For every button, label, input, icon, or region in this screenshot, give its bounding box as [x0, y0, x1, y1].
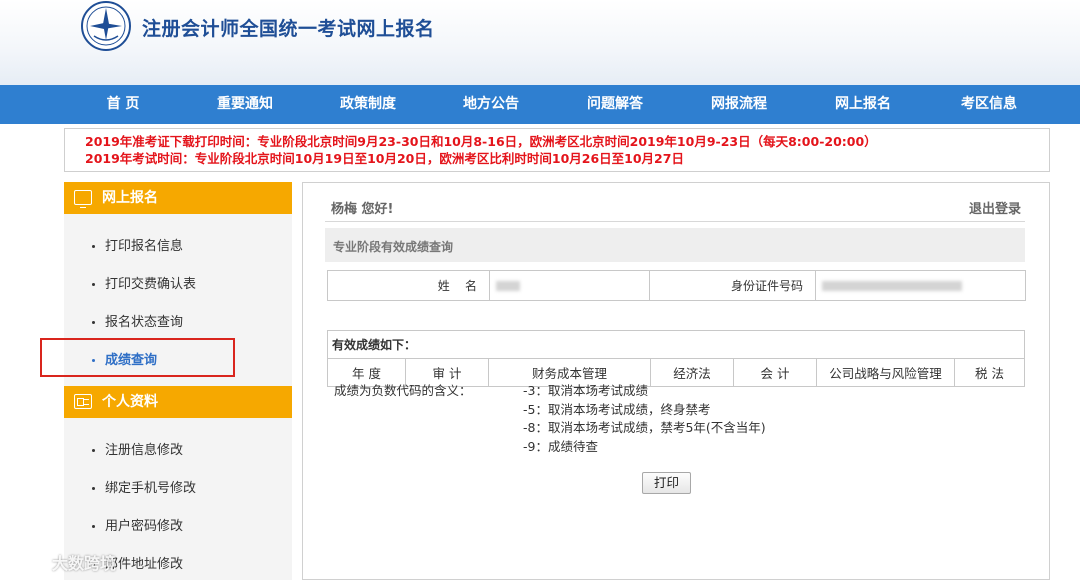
logout-link[interactable]: 退出登录 — [969, 198, 1021, 217]
monitor-icon — [74, 190, 92, 208]
sidebar-item-edit-registration[interactable]: 注册信息修改 — [92, 439, 183, 458]
legend-item: -3：取消本场考试成绩 — [523, 383, 648, 398]
section-header: 专业阶段有效成绩查询 — [325, 228, 1025, 262]
print-button[interactable]: 打印 — [642, 472, 691, 494]
sidebar-item-label: 邮件地址修改 — [105, 557, 184, 572]
notice-exam-time: 2019年考试时间：专业阶段北京时间10月19日至10月20日，欧洲考区比利时时… — [85, 151, 684, 166]
bullet-icon — [92, 283, 95, 286]
divider — [325, 221, 1025, 222]
candidate-info-table: 姓 名 身份证件号码 — [327, 270, 1026, 301]
legend-item: -5：取消本场考试成绩，终身禁考 — [523, 402, 711, 417]
header-tax-law: 税 法 — [954, 358, 1025, 387]
main-nav: 首 页 重要通知 政策制度 地方公告 问题解答 网报流程 网上报名 考区信息 — [0, 85, 1080, 124]
sidebar-item-print-registration[interactable]: 打印报名信息 — [92, 235, 183, 254]
user-greeting: 杨梅 您好! — [331, 202, 394, 217]
scores-table: 有效成绩如下： 年 度 审 计 财务成本管理 经济法 会 计 公司战略与风险管理… — [327, 330, 1025, 387]
bullet-icon — [92, 321, 95, 324]
sidebar-item-label: 打印报名信息 — [105, 239, 184, 254]
section-title: 专业阶段有效成绩查询 — [333, 240, 454, 254]
site-title: 注册会计师全国统一考试网上报名 — [142, 18, 435, 40]
scores-caption: 有效成绩如下： — [327, 330, 1025, 359]
nav-exam-area-info[interactable]: 考区信息 — [939, 85, 1039, 124]
watermark-text: 大数跨境 — [52, 554, 117, 573]
sidebar-item-edit-password[interactable]: 用户密码修改 — [92, 515, 183, 534]
nav-online-registration[interactable]: 网上报名 — [813, 85, 913, 124]
negative-code-legend-label: 成绩为负数代码的含义： — [334, 383, 472, 398]
cicpa-logo-icon — [81, 1, 131, 51]
sidebar-header-label: 个人资料 — [102, 394, 158, 410]
bullet-icon — [92, 245, 95, 248]
nav-important-notice[interactable]: 重要通知 — [195, 85, 295, 124]
sidebar-item-label: 打印交费确认表 — [105, 277, 197, 292]
sidebar-header-online-registration: 网上报名 — [64, 182, 292, 214]
redacted-id — [822, 281, 962, 291]
bullet-icon — [92, 525, 95, 528]
sidebar-item-label: 报名状态查询 — [105, 315, 184, 330]
sidebar-item-edit-phone[interactable]: 绑定手机号修改 — [92, 477, 196, 496]
sidebar-item-label: 绑定手机号修改 — [105, 481, 197, 496]
sidebar-item-label: 注册信息修改 — [105, 443, 184, 458]
watermark: 大数跨境 — [8, 550, 116, 574]
header-economic-law: 经济法 — [650, 358, 734, 387]
nav-faq[interactable]: 问题解答 — [565, 85, 665, 124]
nav-policy[interactable]: 政策制度 — [318, 85, 418, 124]
name-value — [489, 270, 650, 301]
sidebar: 网上报名 打印报名信息 打印交费确认表 报名状态查询 成绩查询 个人资料 注册信… — [64, 182, 292, 580]
active-item-highlight — [40, 338, 235, 377]
legend-item: -9：成绩待查 — [523, 439, 598, 454]
sidebar-item-print-payment[interactable]: 打印交费确认表 — [92, 273, 196, 292]
id-value — [815, 270, 1026, 301]
bullet-icon — [92, 487, 95, 490]
redacted-name — [496, 281, 520, 291]
sidebar-header-personal-info: 个人资料 — [64, 386, 292, 418]
bullet-icon — [92, 449, 95, 452]
main-panel: 杨梅 您好! 退出登录 专业阶段有效成绩查询 姓 名 身份证件号码 有效成绩如下… — [302, 182, 1050, 580]
nav-local-announcements[interactable]: 地方公告 — [441, 85, 541, 124]
sidebar-item-label: 用户密码修改 — [105, 519, 184, 534]
notice-banner: 2019年准考证下载打印时间：专业阶段北京时间9月23-30日和10月8-16日… — [64, 128, 1050, 172]
nav-registration-process[interactable]: 网报流程 — [689, 85, 789, 124]
name-label: 姓 名 — [327, 270, 490, 301]
sidebar-header-label: 网上报名 — [102, 190, 158, 206]
legend-item: -8：取消本场考试成绩，禁考5年(不含当年) — [523, 420, 766, 435]
nav-home[interactable]: 首 页 — [73, 85, 173, 124]
site-header: 注册会计师全国统一考试网上报名 — [0, 0, 1080, 85]
notice-admission-ticket: 2019年准考证下载打印时间：专业阶段北京时间9月23-30日和10月8-16日… — [85, 134, 877, 149]
watermark-logo-icon — [9, 557, 47, 572]
header-strategy-risk-management: 公司战略与风险管理 — [816, 358, 955, 387]
id-card-icon — [74, 394, 92, 409]
sidebar-item-registration-status[interactable]: 报名状态查询 — [92, 311, 183, 330]
header-accounting: 会 计 — [733, 358, 817, 387]
id-label: 身份证件号码 — [649, 270, 816, 301]
